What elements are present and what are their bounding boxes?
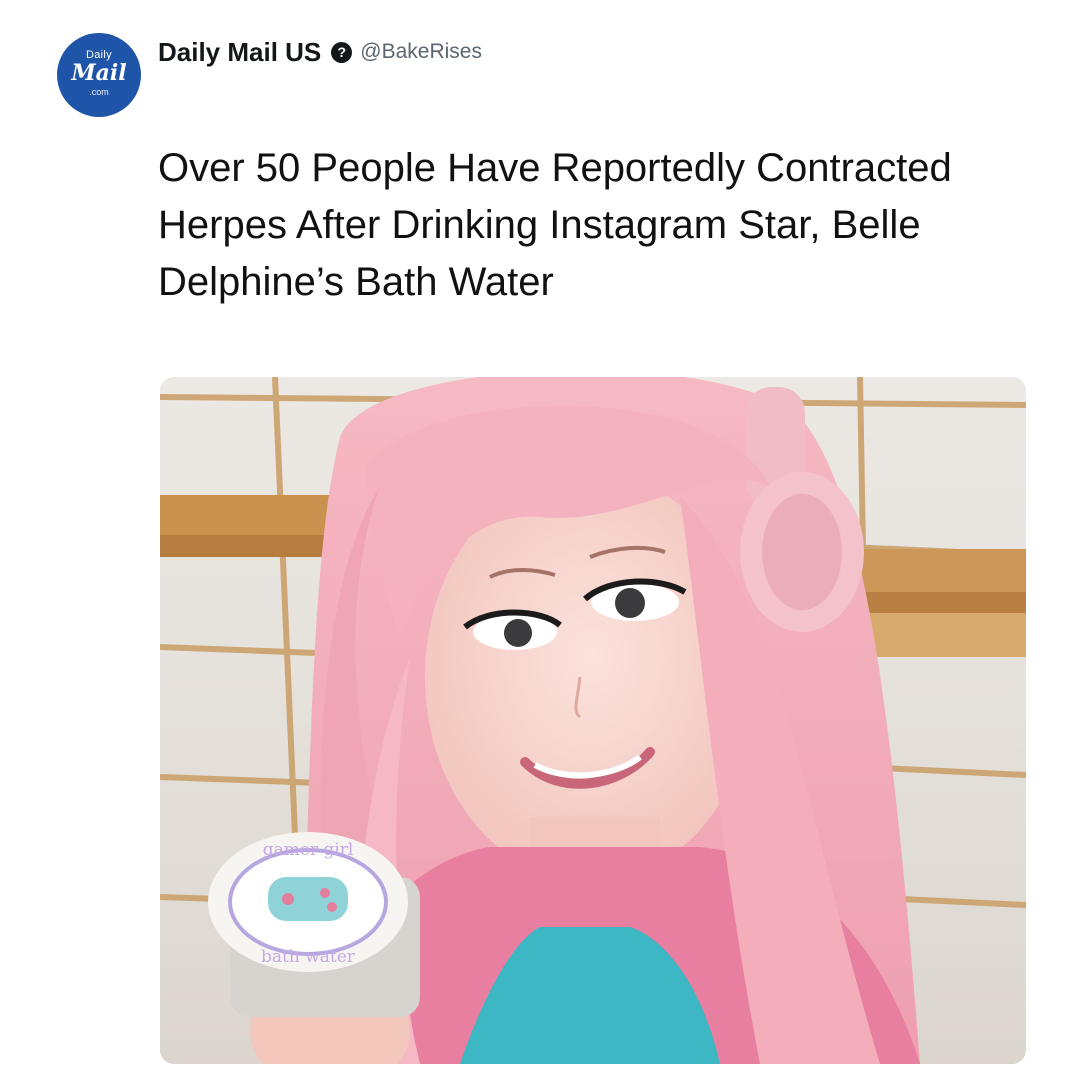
- tweet-card: Daily Mail .com Daily Mail US ? @BakeRis…: [0, 0, 1080, 1080]
- verified-badge-icon: ?: [331, 41, 353, 63]
- photo-illustration: gamer girl bath water: [160, 377, 1026, 1064]
- post-photo[interactable]: gamer girl bath water: [160, 377, 1026, 1064]
- jar-label-top: gamer girl: [263, 840, 354, 860]
- headline: Over 50 People Have Reportedly Contracte…: [158, 146, 952, 304]
- tweet-header: Daily Mail US ? @BakeRises: [158, 32, 482, 72]
- author-handle[interactable]: @BakeRises: [360, 40, 482, 64]
- author-name[interactable]: Daily Mail US: [158, 37, 321, 68]
- avatar[interactable]: Daily Mail .com: [57, 33, 141, 117]
- jar-label-bottom: bath water: [261, 947, 356, 967]
- avatar-text-com: .com: [89, 87, 109, 97]
- avatar-text-mail: Mail: [71, 60, 127, 86]
